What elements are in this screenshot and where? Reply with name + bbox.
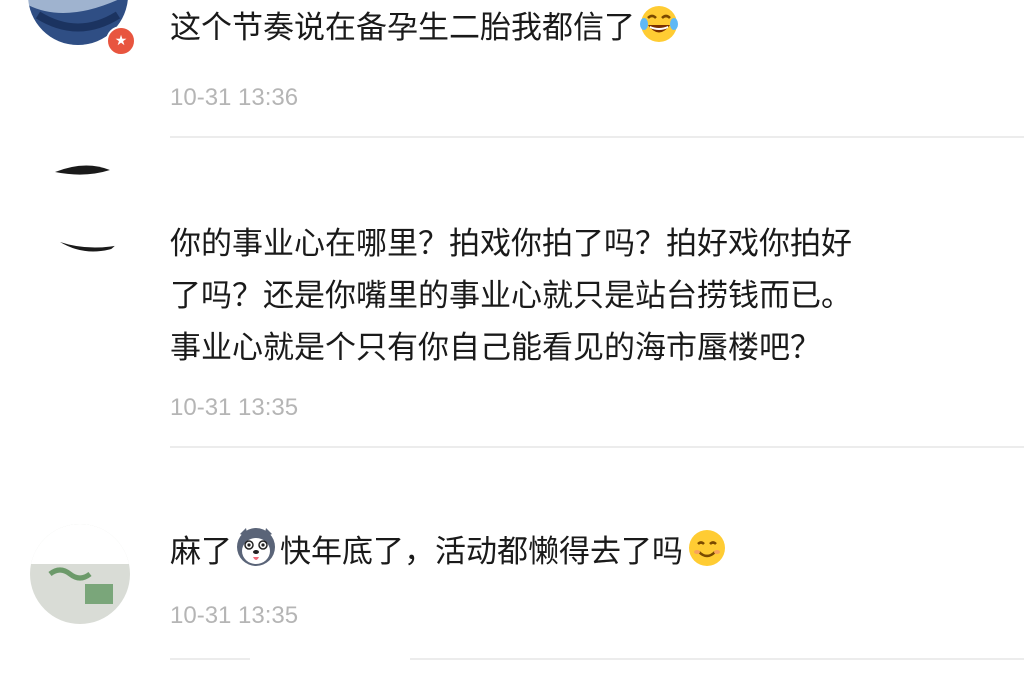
comment-timestamp: 10-31 13:35 <box>170 602 299 629</box>
vip-badge-icon: ★ <box>106 26 136 56</box>
avatar[interactable] <box>30 160 130 260</box>
avatar[interactable] <box>30 524 130 624</box>
divider <box>170 446 1024 448</box>
divider <box>170 658 250 660</box>
laughing-tears-icon <box>639 4 679 60</box>
comment-timestamp: 10-31 13:35 <box>170 394 299 421</box>
comment-text: 这个节奏说在备孕生二胎我都信了 <box>170 2 1000 60</box>
comment-item: 麻了 快年底了，活动都懒得去了吗 10-31 13:35 <box>0 450 1024 679</box>
comment-item: ★ 这个节奏说在备孕生二胎我都信了 10-31 13:36 <box>0 0 1024 140</box>
comment-text: 你的事业心在哪里？拍戏你拍了吗？拍好戏你拍好 了吗？还是你嘴里的事业心就只是站台… <box>170 226 852 366</box>
comment-item: 你的事业心在哪里？拍戏你拍了吗？拍好戏你拍好 了吗？还是你嘴里的事业心就只是站台… <box>0 140 1024 450</box>
comment-timestamp: 10-31 13:36 <box>170 84 299 111</box>
husky-dog-icon <box>234 524 278 584</box>
divider <box>410 658 1024 660</box>
comment-text: 麻了 快年底了，活动都懒得去了吗 <box>170 524 1000 584</box>
divider <box>170 136 1024 138</box>
smiling-face-icon <box>687 528 727 584</box>
